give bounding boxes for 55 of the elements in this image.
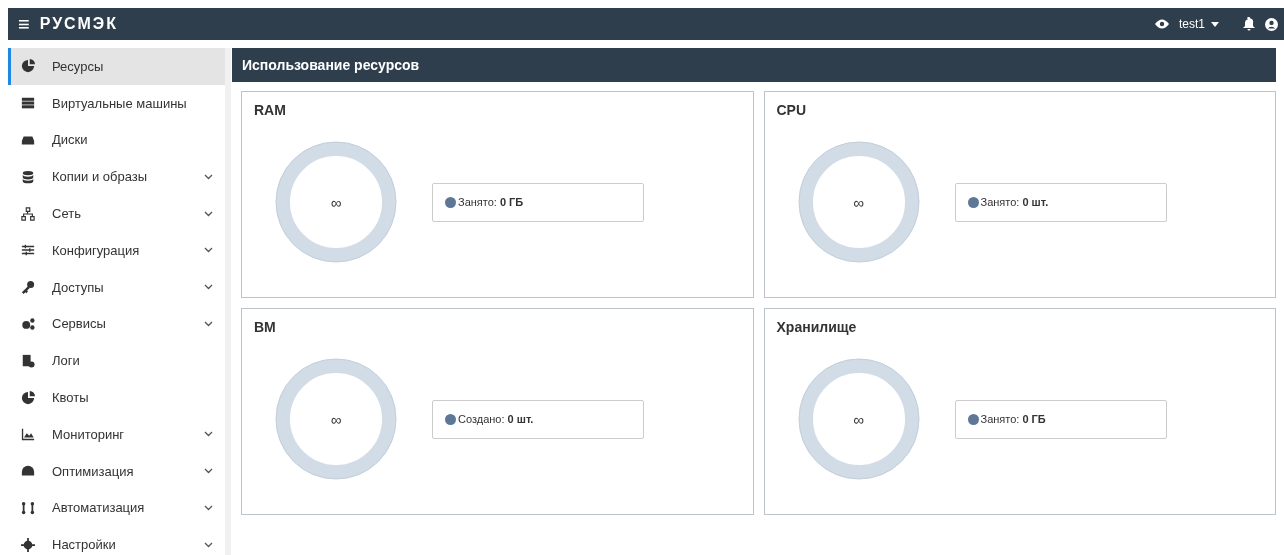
menu-icon[interactable]: ≡	[18, 12, 30, 36]
chevron-icon[interactable]	[204, 247, 213, 254]
donut-value: ∞	[330, 410, 342, 428]
card-title: ВМ	[254, 319, 276, 335]
sidebar-item[interactable]: Доступы	[8, 268, 225, 306]
eye-icon[interactable]	[1155, 19, 1169, 29]
caret-icon[interactable]	[1211, 21, 1219, 27]
sidebar-item[interactable]: Логи	[8, 342, 225, 380]
user-icon[interactable]	[1265, 17, 1278, 31]
sidebar-item[interactable]: Виртуальные машины	[8, 84, 225, 122]
menu-item-icon	[21, 59, 35, 74]
chevron-icon[interactable]	[204, 284, 213, 291]
sidebar-item[interactable]: Настройки	[8, 526, 225, 555]
card-title: Хранилище	[776, 319, 857, 335]
menu-item-icon	[21, 427, 35, 442]
chevron-icon[interactable]	[204, 431, 213, 438]
sidebar-item[interactable]: Ресурсы	[8, 48, 225, 85]
sidebar-item[interactable]: Конфигурация	[8, 232, 225, 269]
legend-text: Создано: 0 шт.	[458, 413, 534, 425]
app-logo: РУСМЭК	[39, 15, 118, 33]
menu-item-icon	[21, 243, 35, 258]
bell-icon[interactable]	[1243, 17, 1255, 31]
menu-item-icon	[21, 316, 35, 331]
menu-item-icon	[21, 353, 35, 368]
chevron-icon[interactable]	[204, 468, 213, 475]
chevron-icon[interactable]	[204, 210, 213, 217]
menu-item-icon	[21, 537, 35, 552]
sidebar-item[interactable]: Копии и образы	[8, 158, 225, 196]
donut-value: ∞	[853, 410, 864, 428]
card-title: CPU	[776, 102, 807, 118]
menu-item-icon	[21, 280, 35, 295]
legend-text: Занято: 0 ГБ	[980, 413, 1046, 425]
chevron-icon[interactable]	[204, 173, 213, 180]
menu-item-icon	[21, 500, 35, 515]
sidebar-item[interactable]: Оптимизация	[8, 452, 225, 490]
menu-item-icon	[21, 169, 35, 184]
menu-item-icon	[21, 390, 35, 405]
legend-text: Занято: 0 шт.	[980, 196, 1049, 208]
legend-text: Занято: 0 ГБ	[458, 196, 524, 208]
sidebar-item[interactable]: Квоты	[8, 379, 225, 416]
user-name[interactable]: test1	[1179, 17, 1205, 31]
sidebar-item[interactable]: Мониторинг	[8, 415, 225, 453]
sidebar-item[interactable]: Сервисы	[8, 305, 225, 343]
sidebar-item[interactable]: Диски	[8, 121, 225, 159]
chevron-icon[interactable]	[204, 541, 213, 548]
menu-item-icon	[21, 206, 35, 221]
chevron-icon[interactable]	[204, 504, 213, 511]
card-title: RAM	[254, 102, 286, 118]
chevron-icon[interactable]	[204, 320, 213, 327]
sidebar-item[interactable]: Сеть	[8, 195, 225, 232]
donut-value: ∞	[853, 193, 864, 211]
sidebar-item[interactable]: Автоматизация	[8, 489, 225, 527]
donut-value: ∞	[330, 193, 342, 211]
section-header: Использование ресурсов	[232, 48, 1276, 82]
menu-item-icon	[21, 96, 35, 111]
